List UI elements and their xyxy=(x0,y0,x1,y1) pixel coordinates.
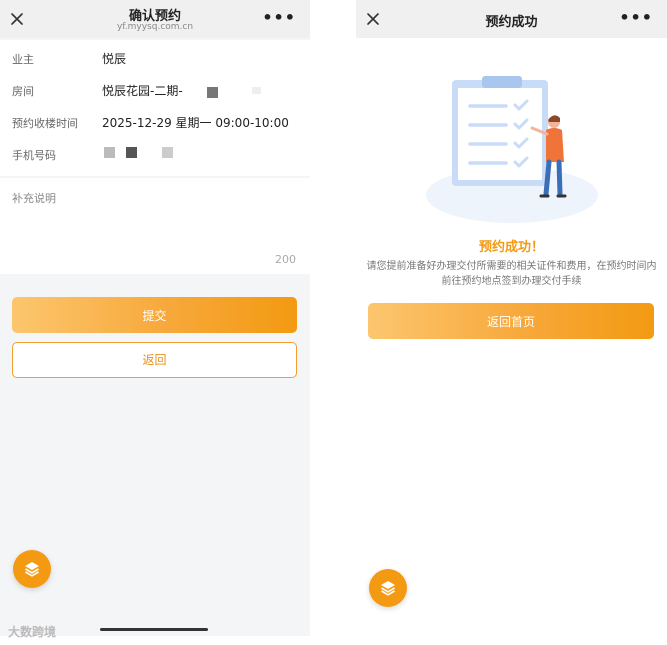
char-count: 200 xyxy=(275,253,296,266)
info-label: 手机号码 xyxy=(12,149,56,162)
info-value: 悦辰 xyxy=(102,52,127,66)
info-row-owner: 业主 悦辰 xyxy=(0,42,310,74)
submit-button[interactable]: 提交 xyxy=(12,297,297,333)
info-label: 预约收楼时间 xyxy=(12,117,78,130)
note-textarea[interactable]: 补充说明 200 xyxy=(0,178,310,274)
more-icon[interactable]: ••• xyxy=(262,10,296,26)
redaction-block xyxy=(104,147,115,158)
redaction-block xyxy=(126,147,137,158)
back-home-button[interactable]: 返回首页 xyxy=(368,303,654,339)
floating-menu-button[interactable] xyxy=(369,569,407,607)
info-row-room: 房间 悦辰花园-二期- xyxy=(0,74,310,106)
layers-icon xyxy=(25,562,39,577)
success-description: 请您提前准备好办理交付所需要的相关证件和费用，在预约时间内前往预约地点签到办理交… xyxy=(366,261,657,287)
note-placeholder: 补充说明 xyxy=(12,192,56,205)
appointment-info: 业主 悦辰 房间 悦辰花园-二期- 预约收楼时间 2025-12-29 星期一 … xyxy=(0,40,310,176)
back-button[interactable]: 返回 xyxy=(12,342,297,378)
redaction-block xyxy=(207,87,218,98)
confirm-appointment-screen: 确认预约 yf.myysq.com.cn ••• 业主 悦辰 房间 悦辰花园-二… xyxy=(0,0,310,639)
watermark: 大数跨境 xyxy=(8,625,57,639)
home-indicator xyxy=(100,628,208,631)
clipboard-illustration xyxy=(426,76,598,223)
nav-bar: 预约成功 ••• xyxy=(356,0,667,38)
layers-icon xyxy=(381,581,395,596)
info-value: 悦辰花园-二期- xyxy=(102,84,183,98)
info-row-time: 预约收楼时间 2025-12-29 星期一 09:00-10:00 xyxy=(0,106,310,138)
redaction-block xyxy=(252,87,261,94)
more-icon[interactable]: ••• xyxy=(619,10,653,26)
info-label: 业主 xyxy=(12,53,34,66)
appointment-success-screen: 预约成功 ••• 预约成功！ 请您提前准备好办理交付所需要的相关证件和费用，在预… xyxy=(356,0,667,636)
info-label: 房间 xyxy=(12,85,34,98)
info-row-phone: 手机号码 xyxy=(0,138,310,170)
redaction-block xyxy=(162,147,173,158)
nav-bar: 确认预约 yf.myysq.com.cn ••• xyxy=(0,0,310,38)
success-title: 预约成功！ xyxy=(478,240,544,255)
floating-menu-button[interactable] xyxy=(13,550,51,588)
info-value: 2025-12-29 星期一 09:00-10:00 xyxy=(102,116,289,130)
